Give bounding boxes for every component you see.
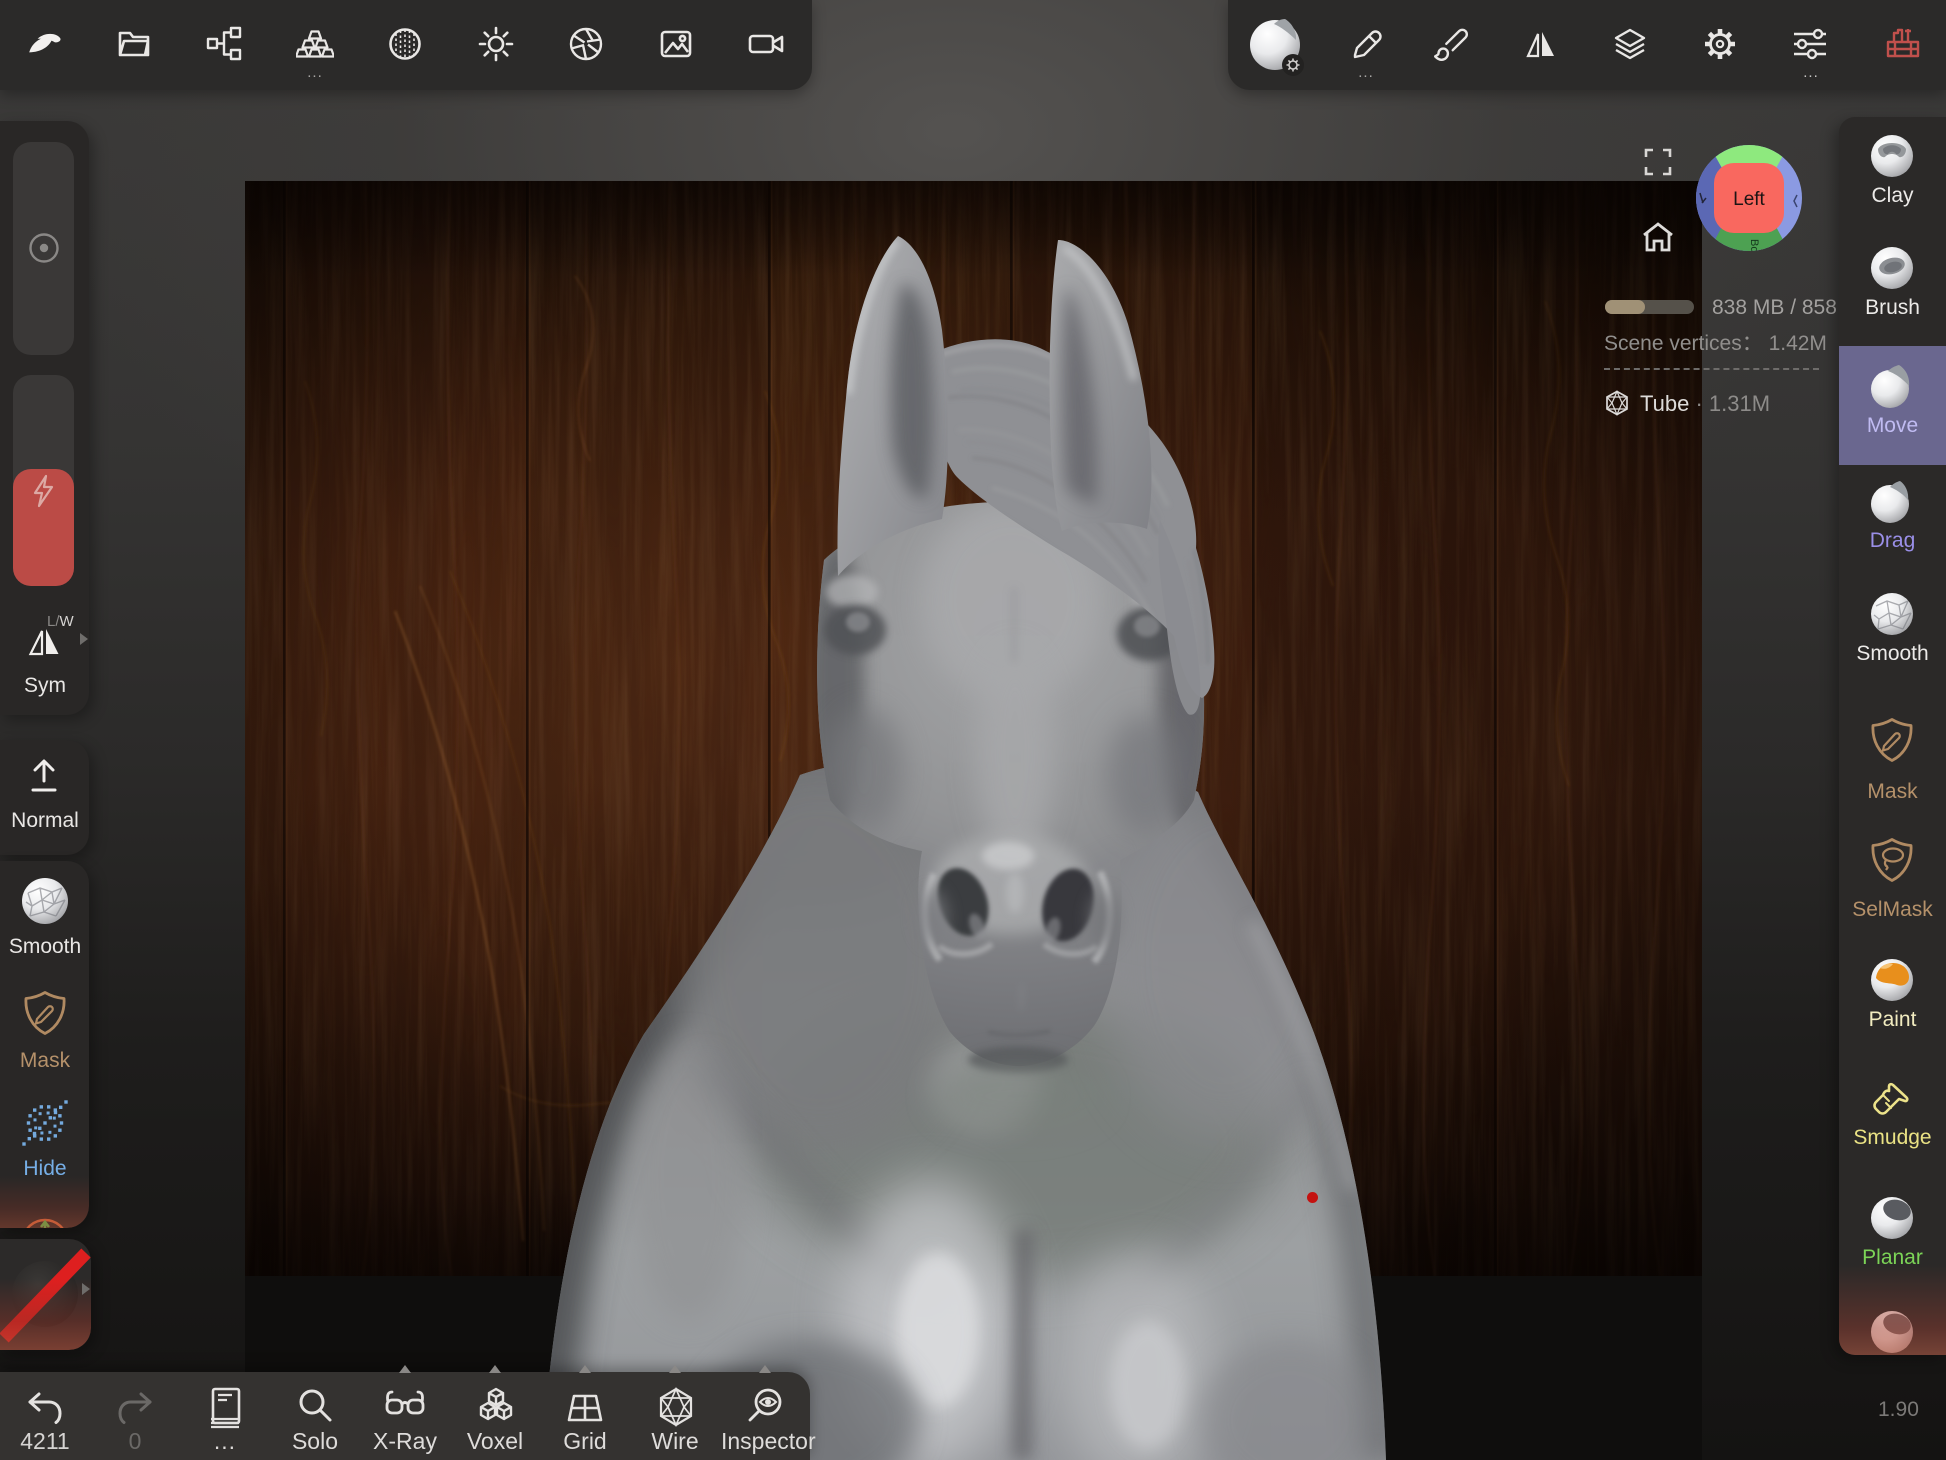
svg-text:Left: Left <box>1733 189 1765 210</box>
svg-text:Bo: Bo <box>1748 239 1760 252</box>
